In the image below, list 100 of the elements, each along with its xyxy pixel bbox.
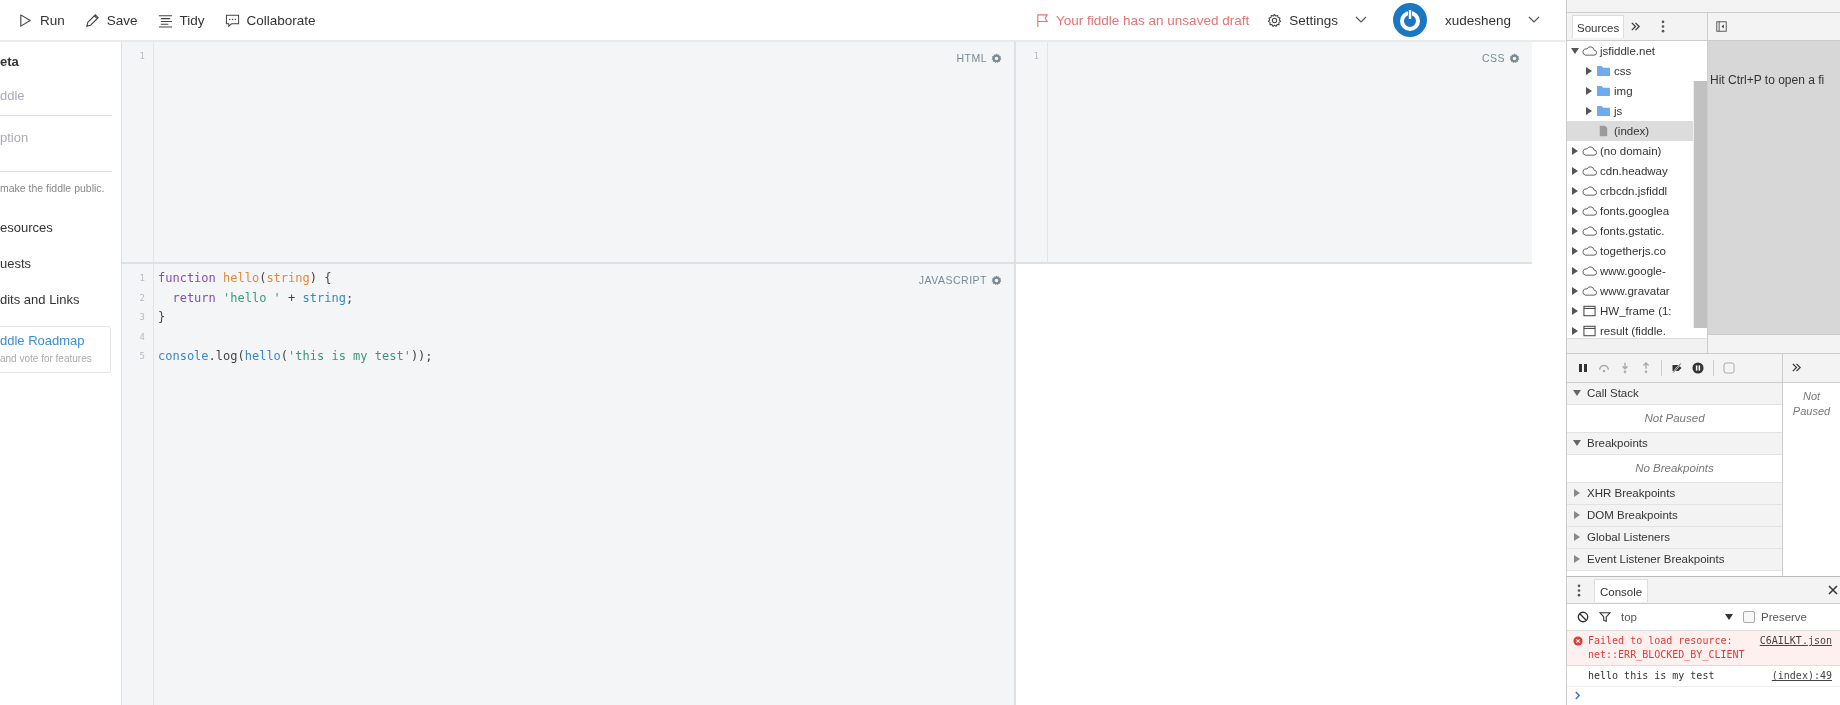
settings-icon[interactable] — [1509, 52, 1520, 64]
settings-icon[interactable] — [991, 52, 1002, 64]
triangle-down-icon — [1573, 439, 1581, 448]
roadmap-title[interactable]: ddle Roadmap — [0, 333, 106, 348]
sidebar-heading: eta — [0, 54, 20, 71]
triangle-right-icon[interactable] — [1571, 326, 1579, 335]
tree-item[interactable]: js — [1567, 100, 1693, 121]
line-number: 1 — [138, 272, 146, 285]
triangle-right-icon[interactable] — [1571, 226, 1579, 235]
tree-item[interactable]: fonts.gstatic. — [1567, 220, 1693, 241]
double-chevron-icon[interactable] — [1791, 362, 1802, 374]
flag-icon — [1035, 12, 1050, 28]
tree-item[interactable]: fonts.googlea — [1567, 200, 1693, 221]
triangle-down-icon — [1573, 389, 1581, 398]
tree-item[interactable]: HW_frame (1: — [1567, 300, 1693, 321]
code-line: return 'hello ' + string; — [171, 290, 354, 305]
input-field[interactable]: ddle — [0, 78, 112, 116]
cloud-icon — [1582, 264, 1597, 277]
triangle-right-icon[interactable] — [1571, 266, 1579, 275]
folder-icon — [1596, 84, 1611, 97]
cloud-icon — [1582, 44, 1597, 57]
pause-circle-icon[interactable] — [1692, 361, 1704, 374]
console-tab[interactable]: Console — [1594, 578, 1649, 602]
roadmap-card[interactable]: ddle Roadmap and vote for features — [0, 326, 111, 373]
tree-item[interactable]: (no domain) — [1567, 140, 1693, 161]
cloud-icon — [1582, 244, 1597, 257]
triangle-right-icon[interactable] — [1585, 66, 1593, 75]
toolbar-button[interactable]: Tidy — [157, 12, 205, 28]
code-line: function hello(string) { — [158, 271, 332, 285]
deactivate-breakpoints-icon[interactable] — [1671, 361, 1683, 374]
triangle-right-icon[interactable] — [1571, 146, 1579, 155]
triangle-right-icon[interactable] — [1571, 166, 1579, 175]
code-line: console.log(hello('this is my test')); — [158, 349, 433, 363]
triangle-right-icon[interactable] — [1571, 246, 1579, 255]
tree-item[interactable]: img — [1567, 80, 1693, 101]
preserve-log-checkbox[interactable]: Preserve — [1743, 611, 1808, 623]
source-link[interactable]: (index):49 — [1771, 669, 1832, 683]
toolbar-button[interactable]: Collaborate — [224, 12, 316, 28]
user-menu[interactable]: xudesheng — [1444, 12, 1540, 28]
triangle-right-icon[interactable] — [1585, 86, 1593, 95]
editor-label: HTML — [956, 52, 987, 64]
line-number: 3 — [138, 311, 146, 324]
section-header[interactable]: Call Stack — [1567, 382, 1782, 405]
tree-item[interactable]: (index) — [1567, 120, 1693, 141]
scrollbar[interactable] — [1693, 80, 1707, 328]
line-number: 1 — [1032, 50, 1040, 63]
console-message: Failed to load resource: net::ERR_BLOCKED_BY_CLIENT — [1588, 634, 1746, 662]
cloud-icon — [1582, 224, 1597, 237]
clear-console-icon[interactable] — [1577, 611, 1589, 623]
triangle-down-icon[interactable] — [1571, 46, 1579, 55]
roadmap-subtitle: and vote for features — [0, 353, 93, 364]
section-header[interactable]: XHR Breakpoints — [1567, 482, 1782, 505]
input-field[interactable]: ption — [0, 120, 112, 172]
sidebar-item[interactable]: esources — [0, 218, 111, 254]
frame-icon — [1582, 304, 1597, 317]
triangle-right-icon — [1573, 511, 1581, 520]
context-selector[interactable]: top — [1621, 611, 1733, 623]
cloud-icon — [1582, 204, 1597, 217]
triangle-right-icon[interactable] — [1585, 106, 1593, 115]
more-options-icon[interactable] — [1661, 19, 1666, 33]
tree-item[interactable]: www.gravatar — [1567, 280, 1693, 301]
source-link[interactable]: C6AILKT.json — [1759, 634, 1832, 648]
pencil-icon — [84, 12, 100, 28]
tree-item[interactable]: jsfiddle.net — [1567, 40, 1693, 61]
checkbox-icon[interactable] — [1723, 361, 1735, 374]
user-avatar[interactable] — [1392, 3, 1427, 37]
sidebar-item[interactable]: uests — [0, 254, 111, 290]
sources-tab[interactable]: Sources — [1572, 14, 1625, 38]
settings-icon[interactable] — [991, 274, 1002, 286]
section-header[interactable]: Event Listener Breakpoints — [1567, 548, 1782, 571]
tree-item[interactable]: cdn.headway — [1567, 160, 1693, 181]
triangle-right-icon[interactable] — [1571, 306, 1579, 315]
double-chevron-icon[interactable] — [1630, 20, 1642, 32]
scrollbar[interactable] — [1567, 337, 1707, 353]
tree-item[interactable]: css — [1567, 60, 1693, 81]
prompt-chevron-icon[interactable] — [1574, 691, 1581, 700]
editor-label: JAVASCRIPT — [918, 274, 987, 286]
folder-icon — [1596, 104, 1611, 117]
chat-bubble-icon — [224, 12, 240, 28]
triangle-right-icon[interactable] — [1571, 206, 1579, 215]
pause-icon[interactable] — [1577, 361, 1589, 374]
section-header[interactable]: DOM Breakpoints — [1567, 504, 1782, 527]
tree-item[interactable]: togetherjs.co — [1567, 240, 1693, 261]
section-header[interactable]: Breakpoints — [1567, 432, 1782, 455]
sidebar-item[interactable]: dits and Links — [0, 290, 111, 326]
filter-icon[interactable] — [1599, 611, 1611, 623]
triangle-right-icon[interactable] — [1571, 286, 1579, 295]
section-header[interactable]: Global Listeners — [1567, 526, 1782, 549]
tree-item[interactable]: result (fiddle. — [1567, 320, 1693, 338]
tree-item[interactable]: www.google- — [1567, 260, 1693, 281]
triangle-right-icon[interactable] — [1571, 186, 1579, 195]
tree-item[interactable]: crbcdn.jsfiddl — [1567, 180, 1693, 201]
error-icon — [1573, 636, 1583, 646]
frame-icon — [1582, 324, 1597, 337]
toolbar-button[interactable]: Save — [84, 12, 138, 28]
sidebar-toggle-icon[interactable] — [1716, 20, 1727, 32]
more-options-icon[interactable] — [1577, 583, 1581, 597]
toolbar-button[interactable]: Run — [18, 12, 65, 28]
close-icon[interactable] — [1828, 585, 1838, 595]
settings-menu[interactable]: Settings — [1267, 12, 1367, 28]
